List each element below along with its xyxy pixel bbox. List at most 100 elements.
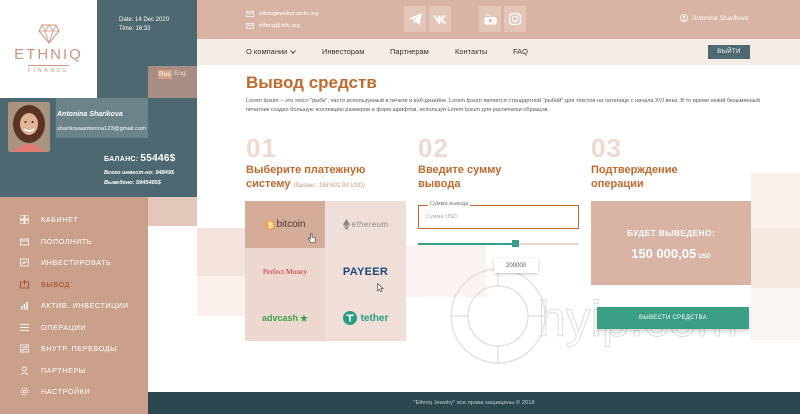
payment-payeer-label: PAYEER bbox=[342, 265, 389, 278]
step-2-title-line1: Введите сумму bbox=[418, 164, 502, 176]
session-time: Time: 16:33 bbox=[119, 25, 151, 32]
step-1-title-line2: систему (баланс: 198 801,93 USD) bbox=[246, 178, 365, 192]
decor-square bbox=[751, 228, 800, 288]
nav-contacts[interactable]: Контакты bbox=[455, 47, 487, 56]
vk-icon bbox=[433, 15, 447, 23]
instagram-icon bbox=[509, 13, 521, 25]
logout-button[interactable]: ВЫЙТИ bbox=[708, 45, 750, 59]
vk-link[interactable] bbox=[429, 6, 451, 32]
lang-en[interactable]: Eng bbox=[174, 70, 186, 77]
payment-advcash-label: advcash bbox=[261, 313, 299, 323]
sidebar-decor bbox=[148, 197, 197, 226]
step-3-title-line1: Подтверждение bbox=[591, 164, 678, 176]
user-name: Antonina Sharikova bbox=[57, 111, 123, 118]
amount-label: Сумма вывода bbox=[428, 201, 471, 207]
nav-partners[interactable]: Партнерам bbox=[390, 47, 429, 56]
contact-email-1[interactable]: ethniqjewelrycoinfo.org bbox=[246, 11, 318, 17]
transfer-icon bbox=[20, 344, 29, 352]
sidebar-item-settings[interactable]: НАСТРОЙКИ bbox=[20, 385, 90, 397]
sidebar-item-label: ВЫВОД bbox=[41, 279, 71, 289]
sidebar-item-label: ВНУТР. ПЕРЕВОДЫ bbox=[41, 343, 118, 353]
advcash-star-icon bbox=[300, 314, 309, 322]
lang-switch bbox=[148, 66, 197, 98]
sidebar-item-transfers[interactable]: ВНУТР. ПЕРЕВОДЫ bbox=[20, 342, 117, 354]
withdrawn-total: Выведено: 5945485$ bbox=[104, 180, 161, 186]
decor-square bbox=[197, 228, 245, 276]
lang-ru[interactable]: Rus bbox=[158, 70, 172, 79]
decor-square bbox=[197, 276, 245, 316]
nav-investors[interactable]: Инвесторам bbox=[322, 47, 364, 56]
balance-label: БАЛАНС: bbox=[104, 156, 139, 163]
step-2-title: Введите сумму вывода bbox=[418, 164, 501, 192]
top-user-menu[interactable]: Antonina Sharikova bbox=[680, 14, 748, 22]
nav-about[interactable]: О компании bbox=[246, 47, 297, 56]
svg-text:You: You bbox=[485, 13, 491, 17]
cursor-hand-icon bbox=[308, 233, 316, 243]
step-1-title: Выберите платежную систему (баланс: 198 … bbox=[246, 164, 365, 192]
instagram-link[interactable] bbox=[504, 6, 526, 32]
session-date: Date: 14 Dec 2020 bbox=[119, 17, 170, 23]
ethereum-icon bbox=[342, 219, 350, 230]
sidebar-item-withdraw[interactable]: ВЫВОД bbox=[20, 278, 70, 290]
telegram-link[interactable] bbox=[404, 6, 426, 32]
payment-perfect-money[interactable]: Perfect Money bbox=[245, 248, 325, 295]
svg-text:₿: ₿ bbox=[267, 221, 273, 229]
nav-faq[interactable]: FAQ bbox=[513, 47, 528, 56]
payment-tether-label: tether bbox=[360, 312, 389, 324]
decor-square bbox=[751, 173, 800, 228]
contact-email-2[interactable]: ethniq@info.org bbox=[246, 23, 300, 29]
sidebar-item-invest[interactable]: ИНВЕСТИРОВАТЬ bbox=[20, 256, 111, 268]
top-user-name: Antonina Sharikova bbox=[692, 14, 749, 22]
sidebar-item-label: КАБИНЕТ bbox=[41, 214, 79, 224]
sidebar-item-operations[interactable]: ОПЕРАЦИИ bbox=[20, 321, 86, 333]
page-intro: Lorem Ipsum – это текст-"рыба", часто ис… bbox=[246, 98, 760, 113]
bitcoin-icon: ₿ bbox=[264, 219, 275, 230]
payment-ethereum[interactable]: ethereum bbox=[325, 201, 406, 248]
withdraw-button[interactable]: ВЫВЕСТИ СРЕДСТВА bbox=[597, 307, 749, 329]
amount-slider-thumb[interactable] bbox=[512, 240, 519, 247]
result-currency: USD bbox=[698, 254, 711, 260]
invested-total: Всего инвест-но: 94849$ bbox=[104, 170, 175, 176]
step-3-title: Подтверждение операции bbox=[591, 164, 678, 192]
session-info: Date: 14 Dec 2020 Time: 16:33 bbox=[119, 16, 169, 33]
grid-icon bbox=[20, 214, 29, 224]
youtube-icon: You bbox=[484, 13, 496, 25]
settings-icon bbox=[20, 387, 29, 395]
withdraw-icon bbox=[20, 279, 29, 288]
mail-icon bbox=[246, 11, 254, 17]
decor-square bbox=[751, 288, 800, 340]
step-1-number: 01 bbox=[246, 133, 277, 163]
youtube-link[interactable]: You bbox=[479, 6, 501, 32]
balance-value: 55446$ bbox=[140, 153, 176, 164]
sidebar-item-label: НАСТРОЙКИ bbox=[41, 386, 91, 396]
payment-ethereum-label: ethereum bbox=[351, 220, 389, 229]
payment-bitcoin-label: bitcoin bbox=[276, 219, 306, 230]
contact-email-text: ethniqjewelrycoinfo.org bbox=[259, 11, 319, 17]
payment-bitcoin[interactable]: ₿ bitcoin bbox=[245, 201, 325, 248]
logo[interactable]: ETHNIQ FINANCE bbox=[0, 0, 97, 98]
step-3-title-line2: операции bbox=[591, 177, 644, 190]
sidebar-item-partners[interactable]: ПАРТНЕРЫ bbox=[20, 364, 86, 376]
footer: "Ethniq Jewelry" все права защищены © 20… bbox=[148, 392, 800, 414]
user-card-highlight bbox=[56, 98, 148, 138]
payment-tether[interactable]: tether bbox=[325, 295, 406, 341]
cursor-arrow-icon bbox=[377, 283, 384, 292]
step-2-number: 02 bbox=[418, 133, 449, 163]
chart-icon bbox=[21, 301, 28, 309]
sidebar-item-cabinet[interactable]: КАБИНЕТ bbox=[20, 213, 78, 225]
payment-advcash[interactable]: advcash bbox=[245, 295, 325, 341]
list-icon bbox=[20, 323, 29, 331]
amount-placeholder: Сумма USD bbox=[426, 214, 457, 220]
payment-payeer[interactable]: PAYEER bbox=[325, 248, 406, 295]
chevron-down-icon bbox=[290, 49, 297, 54]
user-circle-icon bbox=[680, 14, 688, 22]
balance-hint: (баланс: 198 801,93 USD) bbox=[293, 182, 365, 189]
sidebar-item-active-investments[interactable]: АКТИВ. ИНВЕСТИЦИИ bbox=[20, 299, 129, 311]
brand-name: ETHNIQ bbox=[14, 46, 83, 63]
tether-icon bbox=[342, 311, 357, 325]
sidebar-item-label: ОПЕРАЦИИ bbox=[41, 322, 87, 332]
sidebar-item-deposit[interactable]: ПОПОЛНИТЬ bbox=[20, 235, 92, 247]
sidebar-item-label: ПОПОЛНИТЬ bbox=[41, 236, 93, 246]
contact-email-text: ethniq@info.org bbox=[259, 23, 301, 29]
step-2-title-line2: вывода bbox=[418, 177, 461, 190]
